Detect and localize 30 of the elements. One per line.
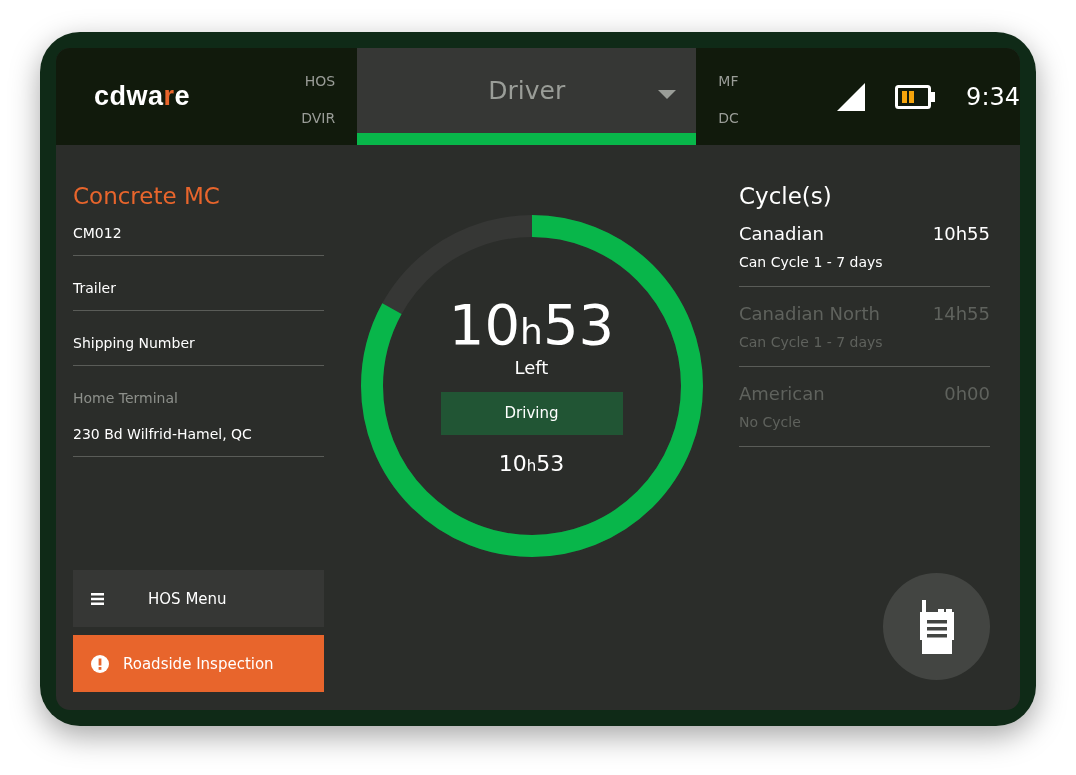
- duty-status: Driving: [440, 391, 623, 435]
- hos-menu-button[interactable]: HOS Menu: [73, 570, 324, 627]
- roadside-inspection-button[interactable]: Roadside Inspection: [73, 635, 324, 692]
- nav-tab[interactable]: DVIR: [301, 110, 336, 127]
- logo: cdware: [94, 81, 192, 112]
- field-value: 230 Bd Wilfrid-Hamel, QC: [73, 426, 253, 442]
- cycle-item[interactable]: Canadian 10h55 Can Cycle 1 - 7 days: [739, 223, 990, 287]
- time-left-label: Left: [514, 356, 549, 378]
- battery-icon: [895, 84, 937, 109]
- cycle-name: Canadian: [739, 223, 824, 244]
- walkie-talkie-icon: [917, 599, 956, 654]
- menu-icon: [91, 592, 104, 605]
- time-left: 10h53: [448, 296, 615, 353]
- cycle-rule: Can Cycle 1 - 7 days: [739, 254, 884, 270]
- cycle-time: 10h55: [932, 223, 990, 244]
- field-value: CM012: [73, 225, 123, 241]
- driver-dropdown[interactable]: Driver: [357, 48, 697, 145]
- alert-icon: [91, 654, 109, 673]
- caret-icon: [658, 90, 677, 99]
- field-label: Home Terminal: [73, 390, 179, 406]
- field-value: Trailer: [73, 280, 117, 296]
- cycles-title: Cycle(s): [739, 183, 833, 209]
- drive-time: 10h53: [498, 450, 565, 476]
- nav-tab[interactable]: HOS: [304, 72, 336, 89]
- field-value: Shipping Number: [73, 335, 196, 351]
- signal-icon: [837, 82, 866, 111]
- nav-tab[interactable]: DC: [718, 110, 739, 127]
- clock-time: 9:34: [966, 82, 1020, 111]
- nav-tab[interactable]: MF: [718, 72, 739, 89]
- carrier-name: Concrete MC: [73, 183, 221, 209]
